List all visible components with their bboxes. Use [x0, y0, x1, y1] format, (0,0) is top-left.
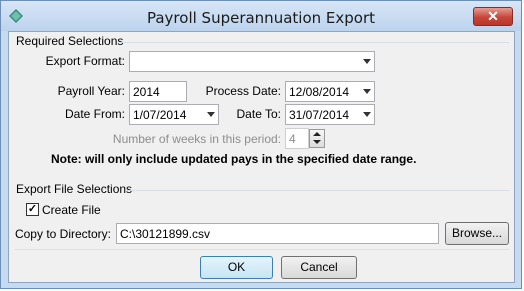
- weeks-spinner[interactable]: [309, 129, 325, 148]
- payroll-year-label: Payroll Year:: [57, 84, 125, 98]
- cancel-button[interactable]: Cancel: [281, 256, 357, 279]
- browse-button[interactable]: Browse...: [445, 222, 509, 245]
- copy-dir-label: Copy to Directory:: [14, 227, 111, 241]
- spin-down-icon: [313, 140, 321, 144]
- date-to-value: 31/07/2014: [289, 108, 350, 122]
- date-to-picker[interactable]: 31/07/2014: [285, 104, 375, 125]
- spin-up-icon: [313, 132, 321, 136]
- export-group-label: Export File Selections: [16, 182, 133, 196]
- close-icon: ✕: [487, 8, 499, 24]
- footer-divider: [15, 249, 509, 250]
- dialog-window: Payroll Superannuation Export ✕ Required…: [0, 0, 522, 289]
- chevron-down-icon: [363, 112, 371, 117]
- required-group-divider: [119, 42, 509, 43]
- ok-button[interactable]: OK: [200, 256, 273, 279]
- process-date-value: 12/08/2014: [289, 85, 350, 99]
- export-group-divider: [127, 190, 509, 191]
- check-icon: ✓: [27, 203, 38, 215]
- create-file-checkbox[interactable]: ✓: [26, 203, 39, 216]
- required-group-label: Required Selections: [16, 34, 124, 48]
- copy-dir-field[interactable]: C:\30121899.csv: [116, 223, 439, 244]
- payroll-year-field[interactable]: 2014: [129, 81, 187, 102]
- export-format-select[interactable]: [129, 51, 375, 72]
- date-from-label: Date From:: [64, 107, 125, 121]
- process-date-picker[interactable]: 12/08/2014: [285, 81, 375, 102]
- process-date-label: Process Date:: [205, 84, 281, 98]
- weeks-label: Number of weeks in this period:: [112, 132, 281, 146]
- window-title: Payroll Superannuation Export: [146, 9, 375, 27]
- chevron-down-icon: [363, 89, 371, 94]
- close-button[interactable]: ✕: [473, 7, 513, 26]
- dialog-body: Required Selections Export Format: Payro…: [8, 31, 515, 283]
- chevron-down-icon: [363, 59, 371, 64]
- weeks-field: 4: [285, 128, 309, 149]
- date-range-note: Note: will only include updated pays in …: [51, 152, 417, 166]
- create-file-label: Create File: [42, 203, 101, 217]
- title-bar[interactable]: Payroll Superannuation Export ✕: [1, 1, 521, 31]
- date-to-label: Date To:: [236, 107, 281, 121]
- export-format-label: Export Format:: [45, 54, 125, 68]
- date-from-value: 1/07/2014: [133, 108, 187, 122]
